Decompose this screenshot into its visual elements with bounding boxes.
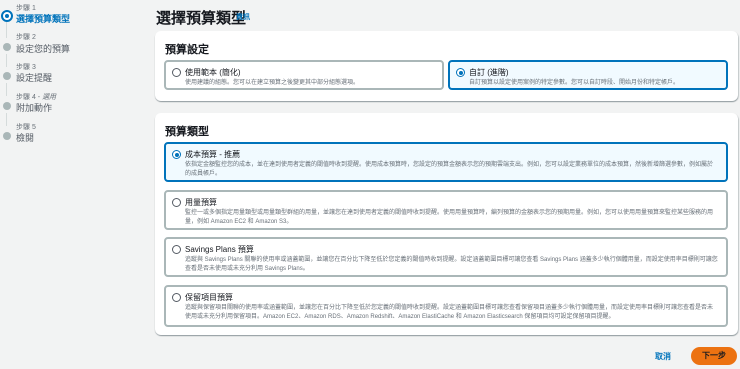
- cost-budget-option-card[interactable]: 成本預算 - 推薦 依指定金額監控您的成本，並在達到使用者定義的閾值時收到提醒。…: [164, 142, 728, 182]
- step-connector: [6, 54, 7, 67]
- radio-icon[interactable]: [172, 293, 181, 302]
- step-connector: [6, 113, 7, 126]
- reservation-budget-option-card[interactable]: 保留項目預算 追蹤與保留項目關聯的使用率或涵蓋範圍，並讓您在百分比下降至低於您定…: [164, 285, 728, 327]
- step-number-text: 步驟 4 -: [16, 94, 43, 101]
- step-connector: [6, 22, 7, 38]
- step-connector: [6, 83, 7, 96]
- budget-type-title: 預算類型: [165, 126, 209, 138]
- option-description: 使用建議的組態。您可以在建立預算之後變更其中部分組態選項。: [185, 80, 360, 86]
- cancel-button[interactable]: 取消: [655, 351, 671, 362]
- step-indicator-icon: [3, 43, 11, 51]
- step-optional-text: 選用: [42, 94, 57, 101]
- step-indicator-icon: [3, 72, 11, 80]
- budget-setup-panel: 預算設定 使用範本 (簡化) 使用建議的組態。您可以在建立預算之後變更其中部分組…: [155, 31, 738, 101]
- info-link[interactable]: 資訊: [236, 12, 250, 22]
- step-label: 設定您的預算: [16, 44, 71, 54]
- step-active-indicator-icon: [1, 10, 13, 22]
- budget-setup-title: 預算設定: [165, 44, 209, 56]
- step-indicator-icon: [3, 102, 11, 110]
- savings-plans-budget-option-card[interactable]: Savings Plans 預算 追蹤與 Savings Plans 關聯的使用…: [164, 237, 728, 277]
- custom-option-card[interactable]: 自訂 (進階) 自訂預算以設定使用案例的特定參數。您可以自訂時段、開始月份和特定…: [448, 60, 728, 90]
- option-description: 追蹤與 Savings Plans 關聯的使用率或涵蓋範圍，並讓您在百分比下降至…: [185, 257, 718, 272]
- radio-selected-icon[interactable]: [172, 150, 181, 159]
- option-description: 自訂預算以設定使用案例的特定參數。您可以自訂時段、開始月份和特定帳戶。: [469, 80, 680, 86]
- step-label: 設定提醒: [16, 73, 53, 83]
- step-indicator-icon: [3, 132, 11, 140]
- option-description: 追蹤與保留項目關聯的使用率或涵蓋範圍，並讓您在百分比下降至低於您定義的閾值時收到…: [185, 305, 714, 320]
- budget-type-panel: 預算類型 成本預算 - 推薦 依指定金額監控您的成本，並在達到使用者定義的閾值時…: [155, 113, 738, 335]
- option-title: 自訂 (進階): [469, 68, 509, 77]
- radio-icon[interactable]: [172, 245, 181, 254]
- step-label: 檢閱: [16, 133, 35, 143]
- template-option-card[interactable]: 使用範本 (簡化) 使用建議的組態。您可以在建立預算之後變更其中部分組態選項。: [164, 60, 444, 90]
- next-button[interactable]: 下一步: [691, 347, 737, 365]
- option-title: 保留項目預算: [185, 293, 233, 302]
- option-title: 成本預算 - 推薦: [185, 150, 241, 159]
- page-title: 選擇預算類型: [156, 10, 247, 27]
- option-title: 用量預算: [185, 198, 217, 207]
- usage-budget-option-card[interactable]: 用量預算 監控一或多個指定用量類型或用量類型群組的用量，並讓您在達到使用者定義的…: [164, 190, 728, 230]
- radio-icon[interactable]: [172, 68, 181, 77]
- step-label: 選擇預算類型: [16, 14, 71, 24]
- radio-icon[interactable]: [172, 198, 181, 207]
- option-title: Savings Plans 預算: [185, 245, 254, 254]
- option-description: 監控一或多個指定用量類型或用量類型群組的用量，並讓您在達到使用者定義的閾值時收到…: [185, 210, 714, 225]
- radio-selected-icon[interactable]: [456, 68, 465, 77]
- option-description: 依指定金額監控您的成本，並在達到使用者定義的閾值時收到提醒。使用成本預算時，您設…: [185, 162, 714, 177]
- step-number: 步驟 2: [16, 34, 36, 41]
- option-title: 使用範本 (簡化): [185, 68, 241, 77]
- step-label: 附加動作: [16, 103, 53, 113]
